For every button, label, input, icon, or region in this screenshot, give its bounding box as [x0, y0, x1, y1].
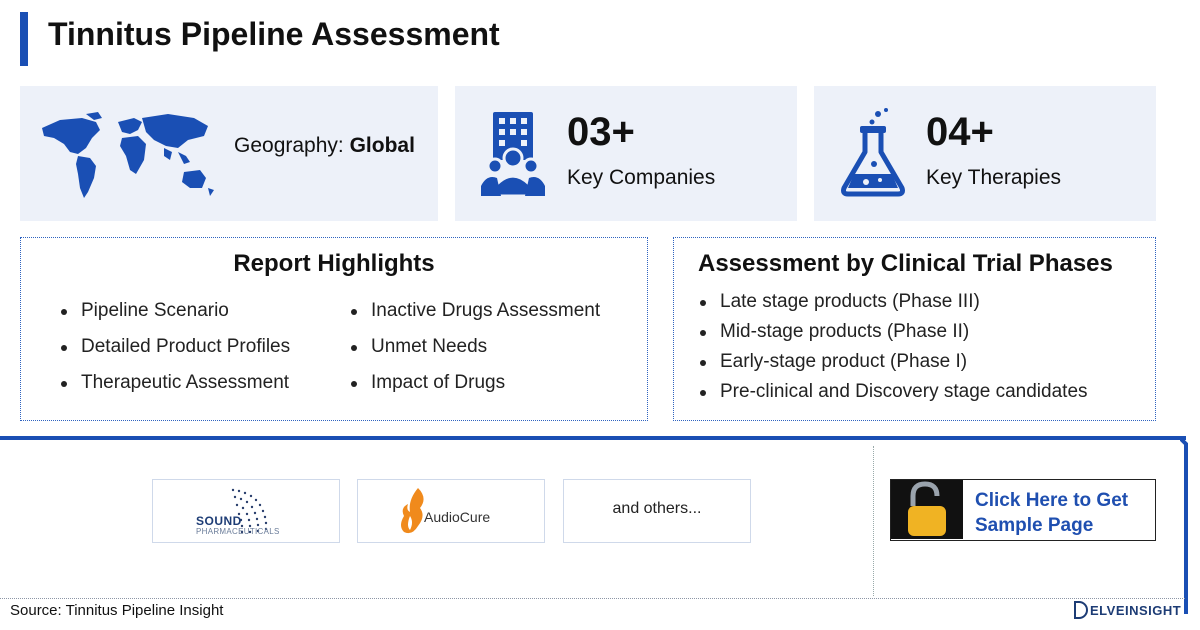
cta-label-line-2: Sample Page	[975, 515, 1094, 536]
highlights-column-2: Inactive Drugs Assessment Unmet Needs Im…	[349, 299, 600, 407]
companies-count: 03+	[567, 110, 635, 154]
geography-text: Geography: Global	[234, 134, 415, 158]
cta-label-line-1: Click Here to Get	[975, 490, 1129, 511]
geography-value: Global	[349, 134, 415, 157]
brand-text: ELVEINSIGHT	[1090, 603, 1182, 618]
vertical-divider	[873, 446, 874, 596]
list-item: Inactive Drugs Assessment	[349, 299, 600, 335]
footer-divider	[0, 598, 1185, 599]
list-item: Impact of Drugs	[349, 371, 600, 407]
list-item: Early-stage product (Phase I)	[698, 350, 1088, 380]
sound-logo-text: SOUND	[196, 514, 242, 528]
source-note: Source: Tinnitus Pipeline Insight	[10, 602, 224, 619]
therapies-label: Key Therapies	[926, 166, 1062, 189]
get-sample-page-button[interactable]: Click Here to Get Sample Page	[890, 479, 1156, 541]
therapies-card: 04+ Key Therapies	[814, 86, 1156, 221]
list-item: Pre-clinical and Discovery stage candida…	[698, 380, 1088, 410]
audiocure-logo-text: AudioCure	[424, 509, 491, 525]
sound-logo-subtext: PHARMACEUTICALS	[196, 527, 280, 536]
highlights-column-1: Pipeline Scenario Detailed Product Profi…	[59, 299, 290, 407]
therapies-count: 04+	[926, 110, 994, 154]
companies-label: Key Companies	[567, 166, 716, 189]
list-item: Therapeutic Assessment	[59, 371, 290, 407]
phases-list: Late stage products (Phase III) Mid-stag…	[698, 290, 1088, 410]
world-map-icon	[42, 112, 214, 198]
geography-card: Geography: Global	[20, 86, 438, 221]
unlocked-padlock-icon	[891, 480, 963, 539]
flask-icon	[841, 108, 905, 197]
list-item: Detailed Product Profiles	[59, 335, 290, 371]
page-title: Tinnitus Pipeline Assessment	[48, 16, 500, 52]
section-divider	[0, 436, 1186, 440]
audiocure-logo: AudioCure	[357, 479, 545, 543]
geography-label: Geography:	[234, 134, 344, 157]
others-box: and others...	[563, 479, 751, 543]
building-people-icon	[481, 112, 545, 196]
title-accent-bar	[20, 12, 28, 66]
clinical-phases-title: Assessment by Clinical Trial Phases	[698, 250, 1113, 277]
report-highlights-title: Report Highlights	[233, 250, 435, 277]
list-item: Pipeline Scenario	[59, 299, 290, 335]
others-text: and others...	[612, 500, 702, 517]
list-item: Late stage products (Phase III)	[698, 290, 1088, 320]
cta-label[interactable]: Click Here to Get Sample Page	[975, 488, 1128, 538]
list-item: Mid-stage products (Phase II)	[698, 320, 1088, 350]
delveinsight-logo: ELVEINSIGHT	[1074, 601, 1181, 619]
companies-card: 03+ Key Companies	[455, 86, 797, 221]
report-highlights-box: Report Highlights Pipeline Scenario Deta…	[20, 237, 648, 421]
delveinsight-d-icon	[1074, 601, 1088, 619]
list-item: Unmet Needs	[349, 335, 600, 371]
sound-pharmaceuticals-logo: SOUND PHARMACEUTICALS	[152, 479, 340, 543]
corner-accent	[1180, 436, 1188, 614]
clinical-phases-box: Assessment by Clinical Trial Phases Late…	[673, 237, 1156, 421]
